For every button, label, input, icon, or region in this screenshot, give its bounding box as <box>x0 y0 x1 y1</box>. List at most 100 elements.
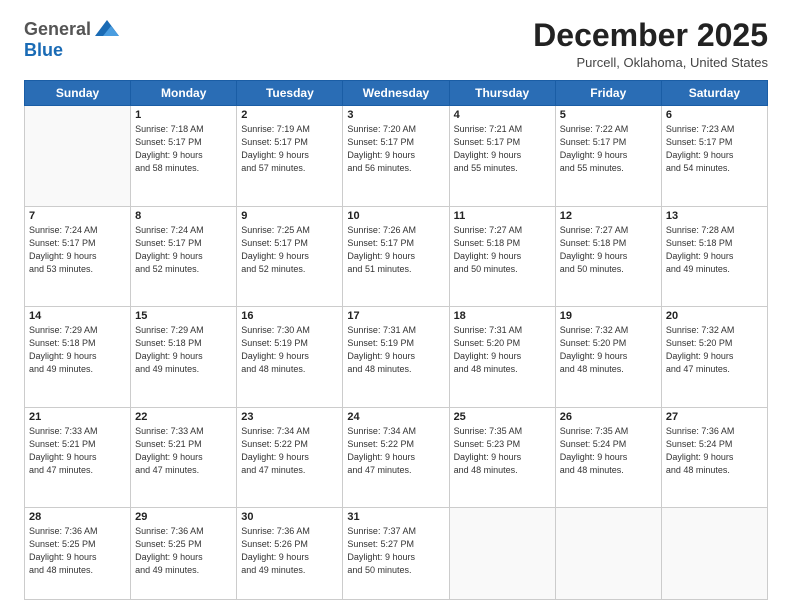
day-info: Sunrise: 7:35 AM Sunset: 5:24 PM Dayligh… <box>560 425 657 477</box>
day-number: 22 <box>135 411 232 423</box>
calendar-cell: 30 Sunrise: 7:36 AM Sunset: 5:26 PM Dayli… <box>237 508 343 600</box>
day-number: 29 <box>135 511 232 523</box>
day-info: Sunrise: 7:27 AM Sunset: 5:18 PM Dayligh… <box>560 224 657 276</box>
calendar-cell <box>661 508 767 600</box>
calendar-cell: 19 Sunrise: 7:32 AM Sunset: 5:20 PM Dayli… <box>555 307 661 407</box>
day-info: Sunrise: 7:37 AM Sunset: 5:27 PM Dayligh… <box>347 525 444 577</box>
day-number: 11 <box>454 210 551 222</box>
day-number: 6 <box>666 109 763 121</box>
logo-blue: Blue <box>24 40 63 60</box>
calendar-cell: 1Sunrise: 7:18 AM Sunset: 5:17 PM Daylig… <box>131 106 237 206</box>
weekday-header-wednesday: Wednesday <box>343 81 449 106</box>
calendar-cell: 27 Sunrise: 7:36 AM Sunset: 5:24 PM Dayli… <box>661 407 767 507</box>
calendar-cell: 22 Sunrise: 7:33 AM Sunset: 5:21 PM Dayli… <box>131 407 237 507</box>
day-number: 12 <box>560 210 657 222</box>
day-info: Sunrise: 7:31 AM Sunset: 5:20 PM Dayligh… <box>454 324 551 376</box>
day-info: Sunrise: 7:36 AM Sunset: 5:24 PM Dayligh… <box>666 425 763 477</box>
day-info: Sunrise: 7:33 AM Sunset: 5:21 PM Dayligh… <box>135 425 232 477</box>
logo-icon <box>93 18 121 40</box>
day-number: 5 <box>560 109 657 121</box>
calendar-cell: 7Sunrise: 7:24 AM Sunset: 5:17 PM Daylig… <box>25 206 131 306</box>
day-number: 2 <box>241 109 338 121</box>
location-subtitle: Purcell, Oklahoma, United States <box>533 55 768 70</box>
calendar-cell: 16Sunrise: 7:30 AM Sunset: 5:19 PM Dayli… <box>237 307 343 407</box>
calendar-week-1: 1Sunrise: 7:18 AM Sunset: 5:17 PM Daylig… <box>25 106 768 206</box>
day-info: Sunrise: 7:21 AM Sunset: 5:17 PM Dayligh… <box>454 123 551 175</box>
day-info: Sunrise: 7:20 AM Sunset: 5:17 PM Dayligh… <box>347 123 444 175</box>
day-number: 30 <box>241 511 338 523</box>
day-number: 3 <box>347 109 444 121</box>
calendar-cell: 6 Sunrise: 7:23 AM Sunset: 5:17 PM Daylig… <box>661 106 767 206</box>
day-number: 27 <box>666 411 763 423</box>
calendar-cell: 24Sunrise: 7:34 AM Sunset: 5:22 PM Dayli… <box>343 407 449 507</box>
day-info: Sunrise: 7:34 AM Sunset: 5:22 PM Dayligh… <box>241 425 338 477</box>
day-info: Sunrise: 7:23 AM Sunset: 5:17 PM Dayligh… <box>666 123 763 175</box>
day-info: Sunrise: 7:26 AM Sunset: 5:17 PM Dayligh… <box>347 224 444 276</box>
day-info: Sunrise: 7:36 AM Sunset: 5:26 PM Dayligh… <box>241 525 338 577</box>
calendar-cell: 31 Sunrise: 7:37 AM Sunset: 5:27 PM Dayli… <box>343 508 449 600</box>
day-number: 14 <box>29 310 126 322</box>
calendar-cell: 12 Sunrise: 7:27 AM Sunset: 5:18 PM Dayli… <box>555 206 661 306</box>
day-info: Sunrise: 7:25 AM Sunset: 5:17 PM Dayligh… <box>241 224 338 276</box>
calendar-week-5: 28 Sunrise: 7:36 AM Sunset: 5:25 PM Dayli… <box>25 508 768 600</box>
calendar-cell: 13Sunrise: 7:28 AM Sunset: 5:18 PM Dayli… <box>661 206 767 306</box>
calendar-cell: 29 Sunrise: 7:36 AM Sunset: 5:25 PM Dayli… <box>131 508 237 600</box>
calendar-cell: 3 Sunrise: 7:20 AM Sunset: 5:17 PM Daylig… <box>343 106 449 206</box>
day-info: Sunrise: 7:22 AM Sunset: 5:17 PM Dayligh… <box>560 123 657 175</box>
calendar-cell: 17Sunrise: 7:31 AM Sunset: 5:19 PM Dayli… <box>343 307 449 407</box>
day-number: 15 <box>135 310 232 322</box>
calendar-cell: 15Sunrise: 7:29 AM Sunset: 5:18 PM Dayli… <box>131 307 237 407</box>
day-info: Sunrise: 7:32 AM Sunset: 5:20 PM Dayligh… <box>560 324 657 376</box>
weekday-header-sunday: Sunday <box>25 81 131 106</box>
day-info: Sunrise: 7:30 AM Sunset: 5:19 PM Dayligh… <box>241 324 338 376</box>
weekday-header-friday: Friday <box>555 81 661 106</box>
calendar-cell: 5 Sunrise: 7:22 AM Sunset: 5:17 PM Daylig… <box>555 106 661 206</box>
calendar-cell <box>555 508 661 600</box>
calendar-cell: 4 Sunrise: 7:21 AM Sunset: 5:17 PM Daylig… <box>449 106 555 206</box>
weekday-header-monday: Monday <box>131 81 237 106</box>
day-number: 25 <box>454 411 551 423</box>
day-info: Sunrise: 7:27 AM Sunset: 5:18 PM Dayligh… <box>454 224 551 276</box>
calendar-week-2: 7Sunrise: 7:24 AM Sunset: 5:17 PM Daylig… <box>25 206 768 306</box>
day-number: 28 <box>29 511 126 523</box>
day-number: 9 <box>241 210 338 222</box>
day-info: Sunrise: 7:31 AM Sunset: 5:19 PM Dayligh… <box>347 324 444 376</box>
calendar-cell: 23 Sunrise: 7:34 AM Sunset: 5:22 PM Dayli… <box>237 407 343 507</box>
calendar-week-4: 21 Sunrise: 7:33 AM Sunset: 5:21 PM Dayli… <box>25 407 768 507</box>
day-number: 8 <box>135 210 232 222</box>
day-number: 23 <box>241 411 338 423</box>
day-number: 18 <box>454 310 551 322</box>
month-title: December 2025 <box>533 18 768 53</box>
day-info: Sunrise: 7:36 AM Sunset: 5:25 PM Dayligh… <box>29 525 126 577</box>
header: General Blue December 2025 Purcell, Okla… <box>24 18 768 70</box>
logo-general: General <box>24 19 91 40</box>
weekday-header-thursday: Thursday <box>449 81 555 106</box>
day-number: 4 <box>454 109 551 121</box>
day-info: Sunrise: 7:24 AM Sunset: 5:17 PM Dayligh… <box>29 224 126 276</box>
day-info: Sunrise: 7:36 AM Sunset: 5:25 PM Dayligh… <box>135 525 232 577</box>
day-number: 1 <box>135 109 232 121</box>
day-number: 10 <box>347 210 444 222</box>
day-info: Sunrise: 7:33 AM Sunset: 5:21 PM Dayligh… <box>29 425 126 477</box>
calendar-cell: 25 Sunrise: 7:35 AM Sunset: 5:23 PM Dayli… <box>449 407 555 507</box>
weekday-header-row: SundayMondayTuesdayWednesdayThursdayFrid… <box>25 81 768 106</box>
calendar-cell <box>449 508 555 600</box>
logo: General Blue <box>24 18 121 61</box>
day-number: 21 <box>29 411 126 423</box>
calendar-cell: 18 Sunrise: 7:31 AM Sunset: 5:20 PM Dayli… <box>449 307 555 407</box>
day-info: Sunrise: 7:35 AM Sunset: 5:23 PM Dayligh… <box>454 425 551 477</box>
day-number: 31 <box>347 511 444 523</box>
title-block: December 2025 Purcell, Oklahoma, United … <box>533 18 768 70</box>
weekday-header-saturday: Saturday <box>661 81 767 106</box>
day-info: Sunrise: 7:29 AM Sunset: 5:18 PM Dayligh… <box>29 324 126 376</box>
day-number: 26 <box>560 411 657 423</box>
day-number: 19 <box>560 310 657 322</box>
day-info: Sunrise: 7:34 AM Sunset: 5:22 PM Dayligh… <box>347 425 444 477</box>
calendar-cell: 2Sunrise: 7:19 AM Sunset: 5:17 PM Daylig… <box>237 106 343 206</box>
calendar-cell <box>25 106 131 206</box>
calendar-cell: 20Sunrise: 7:32 AM Sunset: 5:20 PM Dayli… <box>661 307 767 407</box>
calendar-cell: 11 Sunrise: 7:27 AM Sunset: 5:18 PM Dayli… <box>449 206 555 306</box>
calendar-cell: 21 Sunrise: 7:33 AM Sunset: 5:21 PM Dayli… <box>25 407 131 507</box>
day-number: 20 <box>666 310 763 322</box>
page: General Blue December 2025 Purcell, Okla… <box>0 0 792 612</box>
